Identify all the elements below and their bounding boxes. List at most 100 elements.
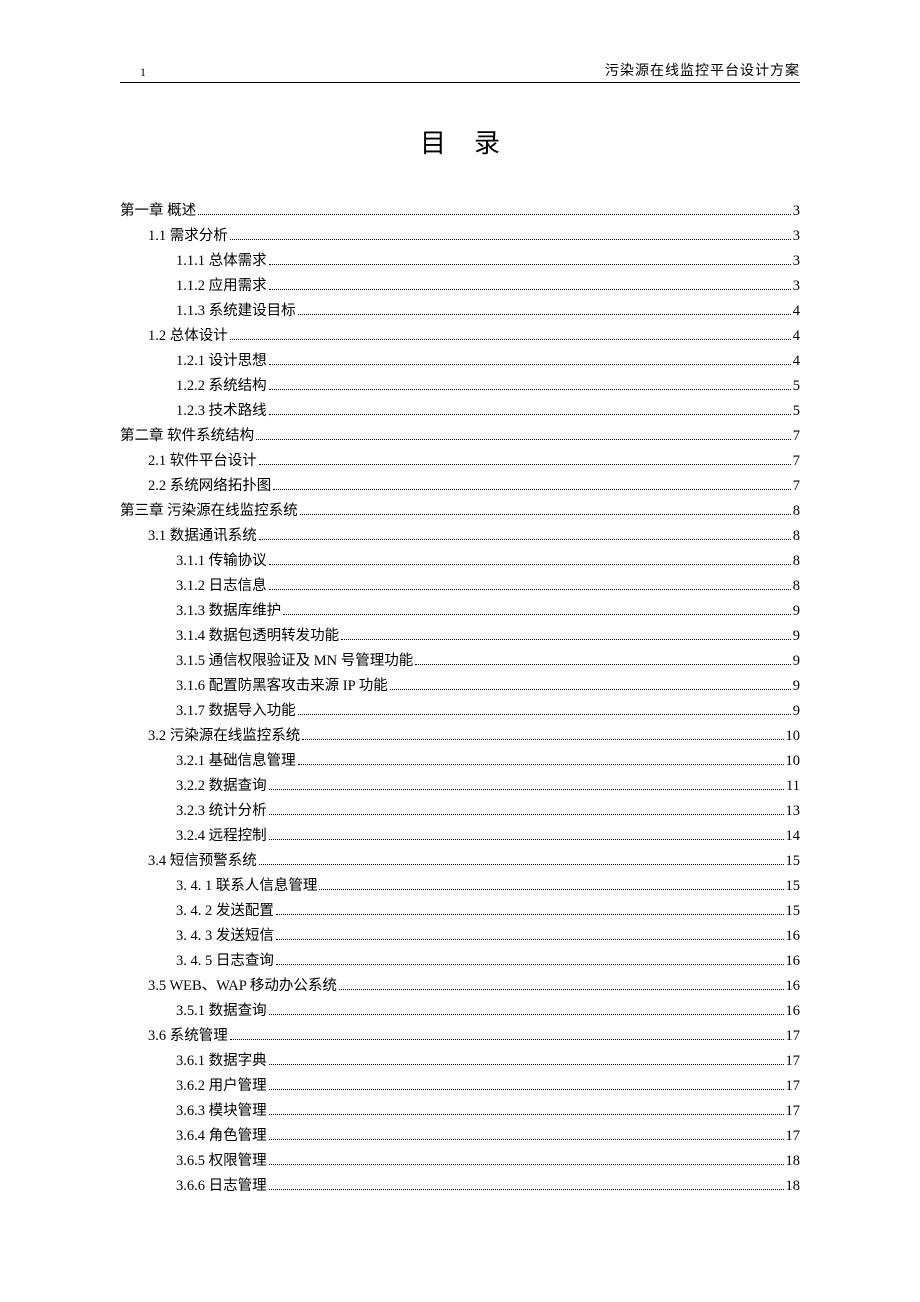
toc-label: 3.4 短信预警系统 bbox=[148, 854, 257, 869]
toc-label: 3.5.1 数据查询 bbox=[176, 1004, 267, 1019]
toc-leader-dots bbox=[298, 764, 784, 765]
toc-page-number: 11 bbox=[786, 779, 800, 794]
toc-entry: 1.1.1 总体需求3 bbox=[120, 254, 800, 269]
toc-leader-dots bbox=[230, 1039, 784, 1040]
toc-entry: 1.2.3 技术路线 5 bbox=[120, 404, 800, 419]
page-header: 1 污染源在线监控平台设计方案 bbox=[120, 60, 800, 83]
toc-entry: 1.1.3 系统建设目标4 bbox=[120, 304, 800, 319]
toc-page-number: 15 bbox=[786, 904, 801, 919]
toc-page-number: 7 bbox=[793, 479, 800, 494]
toc-leader-dots bbox=[259, 464, 791, 465]
toc-page-number: 4 bbox=[793, 354, 800, 369]
toc-leader-dots bbox=[269, 1139, 784, 1140]
toc-label: 3.6.2 用户管理 bbox=[176, 1079, 267, 1094]
toc-leader-dots bbox=[302, 739, 783, 740]
toc-leader-dots bbox=[269, 1064, 784, 1065]
toc-label: 3.1.6 配置防黑客攻击来源 IP 功能 bbox=[176, 679, 388, 694]
toc-label: 1.1.2 应用需求 bbox=[176, 279, 267, 294]
toc-label: 2.1 软件平台设计 bbox=[148, 454, 257, 469]
toc-label: 3. 4. 5 日志查询 bbox=[176, 954, 274, 969]
toc-entry: 3.1.3 数据库维护9 bbox=[120, 604, 800, 619]
toc-entry: 3.2.4 远程控制14 bbox=[120, 829, 800, 844]
toc-label: 3.6.1 数据字典 bbox=[176, 1054, 267, 1069]
toc-leader-dots bbox=[269, 839, 784, 840]
table-of-contents: 第一章 概述31.1 需求分析31.1.1 总体需求31.1.2 应用需求31.… bbox=[120, 204, 800, 1194]
toc-label: 3.5 WEB、WAP 移动办公系统 bbox=[148, 979, 337, 994]
toc-page-number: 16 bbox=[786, 954, 801, 969]
toc-label: 第三章 污染源在线监控系统 bbox=[120, 504, 298, 519]
toc-leader-dots bbox=[283, 614, 791, 615]
toc-entry: 1.2 总体设计4 bbox=[120, 329, 800, 344]
toc-leader-dots bbox=[256, 439, 791, 440]
toc-page-number: 4 bbox=[793, 329, 800, 344]
toc-main-title: 目录 bbox=[120, 123, 800, 160]
toc-page-number: 16 bbox=[786, 929, 801, 944]
toc-leader-dots bbox=[269, 364, 791, 365]
toc-page-number: 9 bbox=[793, 704, 800, 719]
toc-leader-dots bbox=[341, 639, 791, 640]
toc-page-number: 17 bbox=[786, 1129, 801, 1144]
toc-label: 3.1.5 通信权限验证及 MN 号管理功能 bbox=[176, 654, 413, 669]
toc-label: 1.1.3 系统建设目标 bbox=[176, 304, 296, 319]
toc-leader-dots bbox=[198, 214, 791, 215]
toc-entry: 3.5.1 数据查询 16 bbox=[120, 1004, 800, 1019]
toc-label: 1.2.2 系统结构 bbox=[176, 379, 267, 394]
toc-label: 3.1.2 日志信息 bbox=[176, 579, 267, 594]
toc-page-number: 7 bbox=[793, 454, 800, 469]
toc-label: 第一章 概述 bbox=[120, 204, 196, 219]
toc-page-number: 3 bbox=[793, 204, 800, 219]
toc-entry: 3.1.1 传输协议8 bbox=[120, 554, 800, 569]
toc-leader-dots bbox=[276, 964, 784, 965]
toc-entry: 第三章 污染源在线监控系统 8 bbox=[120, 504, 800, 519]
toc-entry: 3.1.4 数据包透明转发功能9 bbox=[120, 629, 800, 644]
toc-label: 3.1.4 数据包透明转发功能 bbox=[176, 629, 339, 644]
toc-page-number: 15 bbox=[786, 879, 801, 894]
toc-entry: 1.1 需求分析 3 bbox=[120, 229, 800, 244]
toc-page-number: 16 bbox=[786, 1004, 801, 1019]
toc-page-number: 17 bbox=[786, 1104, 801, 1119]
toc-label: 1.2.3 技术路线 bbox=[176, 404, 267, 419]
toc-label: 3.2.1 基础信息管理 bbox=[176, 754, 296, 769]
toc-entry: 3.1.6 配置防黑客攻击来源 IP 功能9 bbox=[120, 679, 800, 694]
toc-entry: 3.2.2 数据查询11 bbox=[120, 779, 800, 794]
toc-label: 1.1 需求分析 bbox=[148, 229, 228, 244]
toc-entry: 3.6.6 日志管理18 bbox=[120, 1179, 800, 1194]
toc-leader-dots bbox=[319, 889, 783, 890]
toc-label: 3.6.6 日志管理 bbox=[176, 1179, 267, 1194]
toc-page-number: 8 bbox=[793, 504, 800, 519]
toc-label: 3.2.3 统计分析 bbox=[176, 804, 267, 819]
toc-label: 3.6.5 权限管理 bbox=[176, 1154, 267, 1169]
toc-entry: 2.2 系统网络拓扑图 7 bbox=[120, 479, 800, 494]
toc-label: 3.1 数据通讯系统 bbox=[148, 529, 257, 544]
toc-page-number: 18 bbox=[786, 1154, 801, 1169]
toc-page-number: 3 bbox=[793, 229, 800, 244]
toc-page-number: 13 bbox=[786, 804, 801, 819]
toc-entry: 第一章 概述 3 bbox=[120, 204, 800, 219]
toc-page-number: 5 bbox=[793, 404, 800, 419]
toc-leader-dots bbox=[298, 314, 791, 315]
toc-label: 1.1.1 总体需求 bbox=[176, 254, 267, 269]
toc-leader-dots bbox=[300, 514, 791, 515]
toc-page-number: 9 bbox=[793, 654, 800, 669]
toc-page-number: 14 bbox=[786, 829, 801, 844]
toc-label: 3. 4. 3 发送短信 bbox=[176, 929, 274, 944]
toc-entry: 3.1.5 通信权限验证及 MN 号管理功能 9 bbox=[120, 654, 800, 669]
toc-leader-dots bbox=[269, 289, 791, 290]
toc-entry: 3.2.1 基础信息管理10 bbox=[120, 754, 800, 769]
toc-page-number: 8 bbox=[793, 529, 800, 544]
toc-entry: 1.2.1 设计思想4 bbox=[120, 354, 800, 369]
toc-page-number: 7 bbox=[793, 429, 800, 444]
toc-page-number: 8 bbox=[793, 554, 800, 569]
toc-entry: 3.6.1 数据字典17 bbox=[120, 1054, 800, 1069]
toc-label: 2.2 系统网络拓扑图 bbox=[148, 479, 271, 494]
toc-label: 3. 4. 2 发送配置 bbox=[176, 904, 274, 919]
toc-page-number: 5 bbox=[793, 379, 800, 394]
toc-page-number: 10 bbox=[786, 729, 801, 744]
toc-entry: 第二章 软件系统结构7 bbox=[120, 429, 800, 444]
toc-leader-dots bbox=[269, 1114, 784, 1115]
document-header-title: 污染源在线监控平台设计方案 bbox=[605, 60, 800, 80]
toc-page-number: 9 bbox=[793, 604, 800, 619]
toc-entry: 3.6.5 权限管理 18 bbox=[120, 1154, 800, 1169]
toc-leader-dots bbox=[269, 1089, 784, 1090]
toc-leader-dots bbox=[269, 264, 791, 265]
